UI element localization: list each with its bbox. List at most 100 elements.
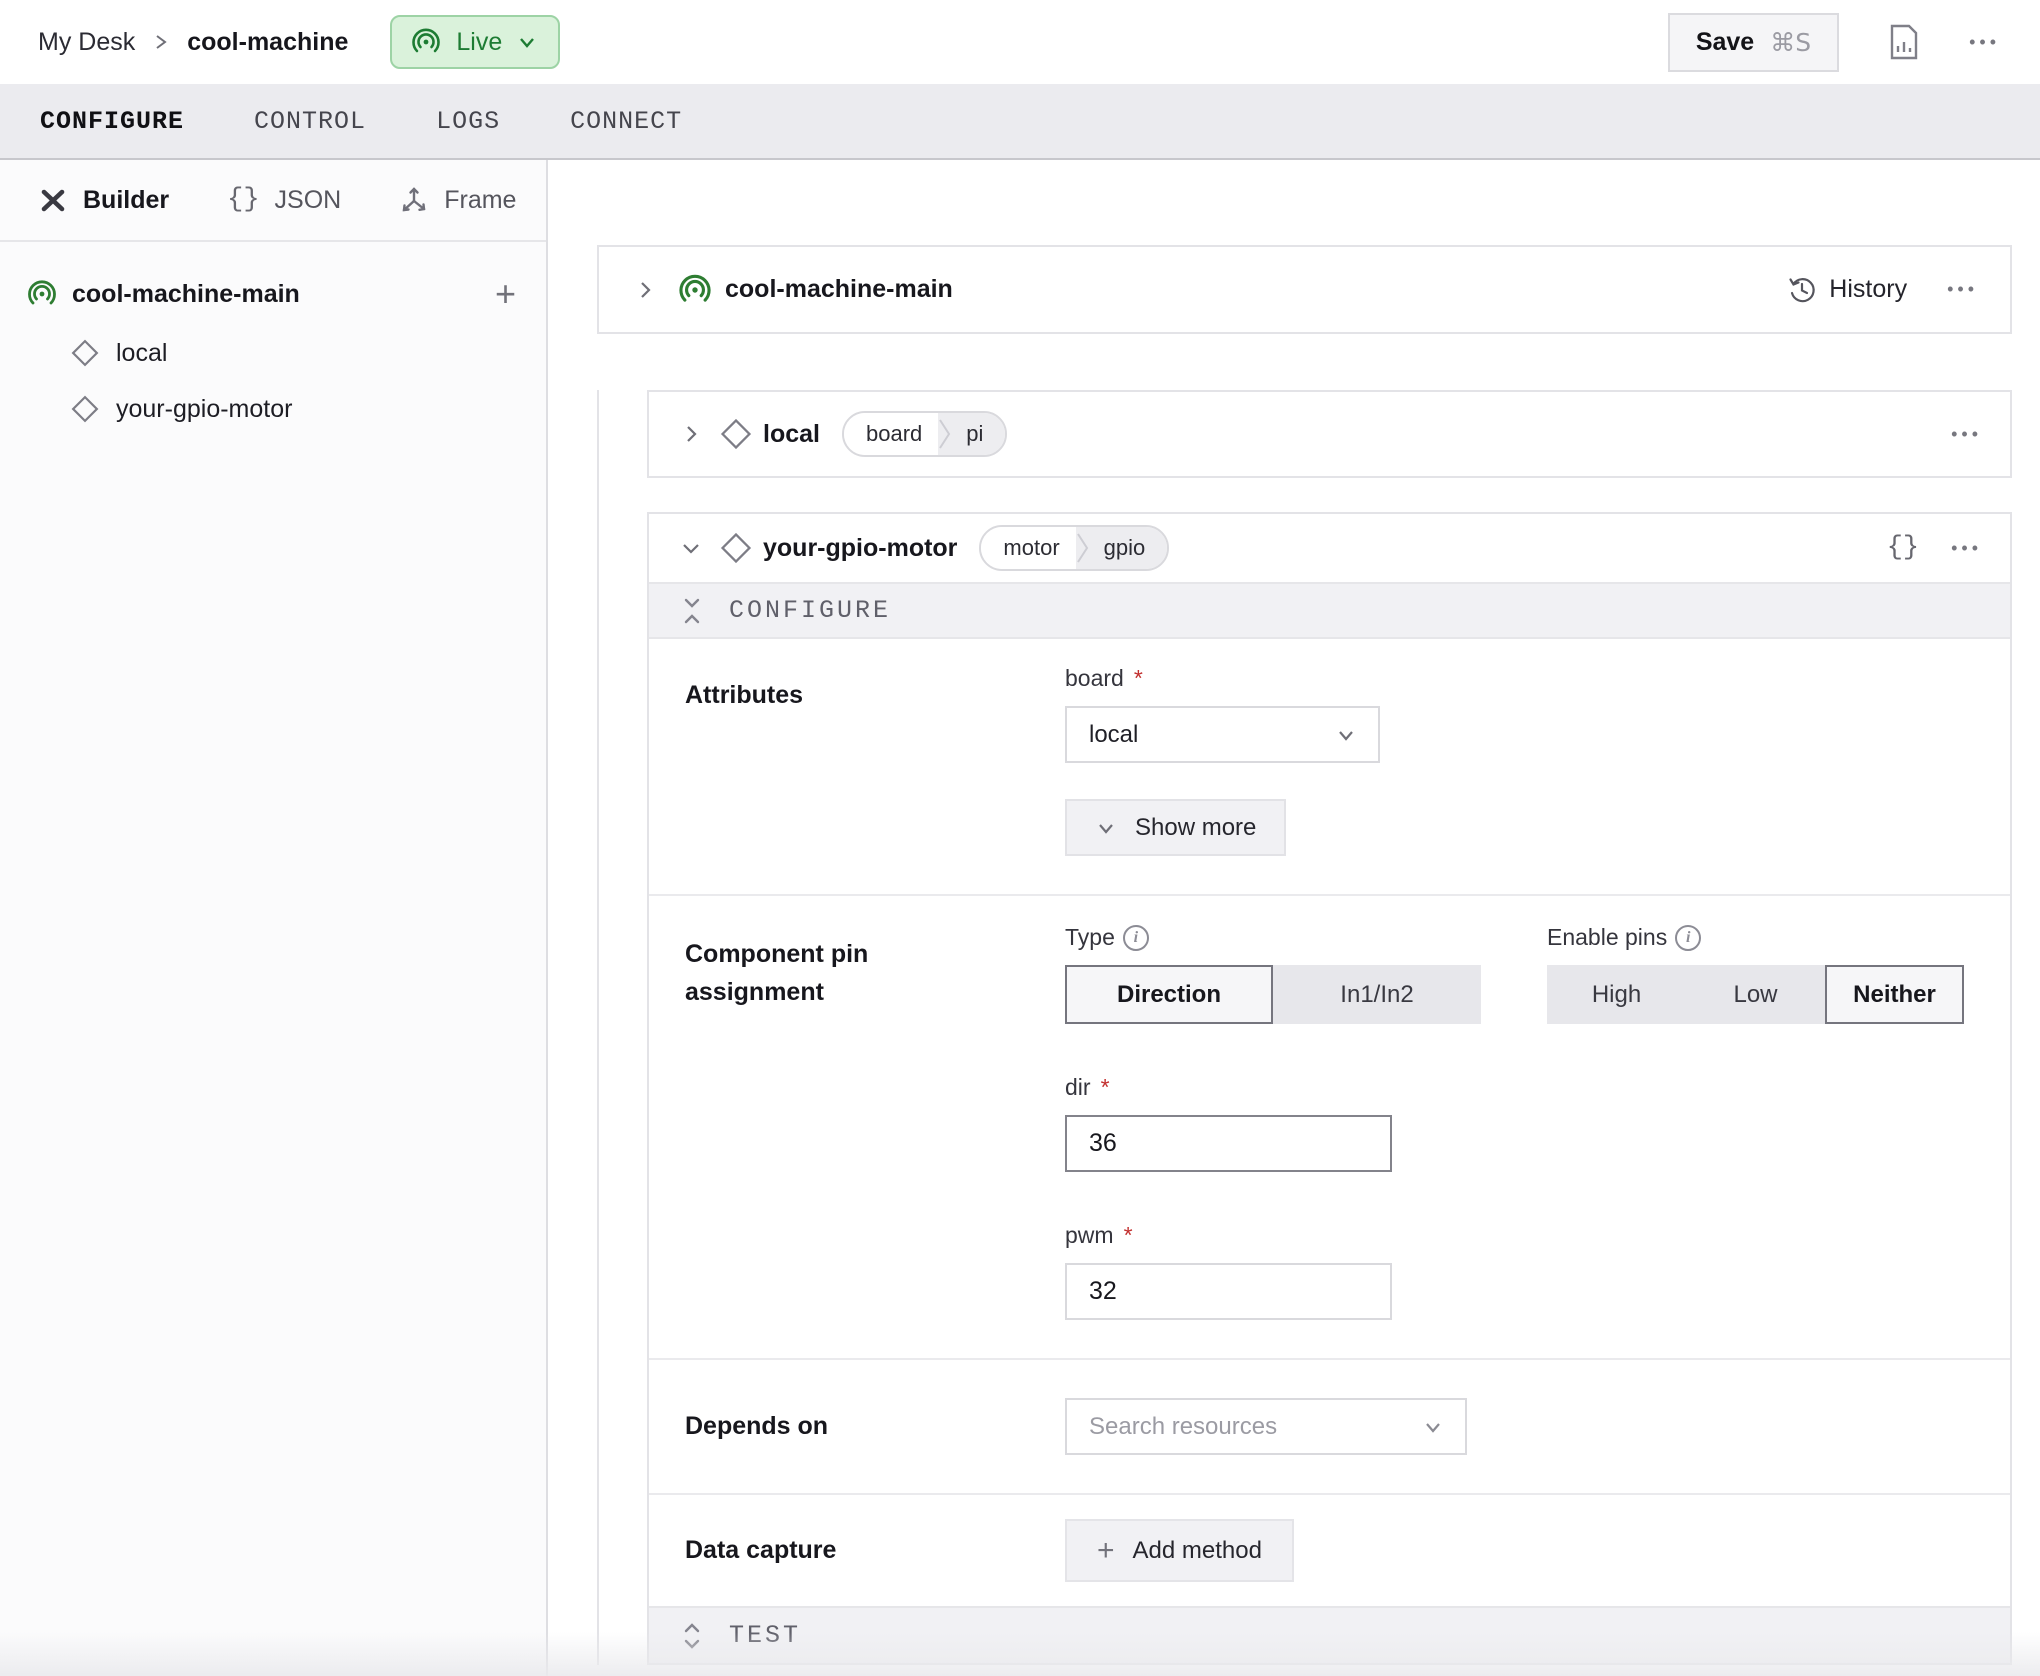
breadcrumb-current: cool-machine xyxy=(187,28,348,57)
live-status-dropdown[interactable]: Live xyxy=(390,15,560,69)
enable-option-neither[interactable]: Neither xyxy=(1825,965,1964,1024)
add-method-button[interactable]: + Add method xyxy=(1065,1519,1294,1582)
dir-pin-field: dir* xyxy=(1065,1074,1974,1172)
board-field-label: board* xyxy=(1065,665,1974,692)
type-option-direction[interactable]: Direction xyxy=(1065,965,1273,1024)
component-diamond-icon xyxy=(70,338,100,368)
tag-type: motor xyxy=(981,527,1075,569)
machine-main-card: cool-machine-main History ••• xyxy=(597,245,2012,334)
component-diamond-icon xyxy=(70,394,100,424)
pin-assignment-section-label: Component pin assignment xyxy=(685,936,1065,1011)
board-select-value: local xyxy=(1089,721,1138,749)
expand-chevron-icon[interactable] xyxy=(631,276,659,304)
chevron-down-icon xyxy=(1421,1415,1445,1439)
pin-assignment-section: Component pin assignment Type i Directio… xyxy=(649,894,2010,1358)
tree-child-label: your-gpio-motor xyxy=(116,395,292,424)
tree-item-machine-main[interactable]: cool-machine-main + xyxy=(26,276,516,312)
history-label: History xyxy=(1829,275,1907,304)
local-more-menu[interactable]: ••• xyxy=(1951,424,1982,445)
tag-divider-icon xyxy=(938,413,952,455)
dir-pin-input[interactable] xyxy=(1065,1115,1392,1172)
show-more-button[interactable]: Show more xyxy=(1065,799,1286,856)
collapse-vertical-icon xyxy=(681,597,703,625)
broadcast-icon xyxy=(677,272,713,308)
gpio-motor-card-header: your-gpio-motor motor gpio {} ••• xyxy=(649,514,2010,582)
add-resource-button[interactable]: + xyxy=(495,276,516,312)
type-option-in1in2[interactable]: In1/In2 xyxy=(1273,965,1481,1024)
main-nav-tabs: CONFIGURE CONTROL LOGS CONNECT xyxy=(0,84,2040,160)
test-section-bar[interactable]: TEST xyxy=(649,1606,2010,1663)
tree-item-your-gpio-motor[interactable]: your-gpio-motor xyxy=(26,394,516,424)
show-more-label: Show more xyxy=(1135,814,1256,842)
tab-connect[interactable]: CONNECT xyxy=(570,107,682,136)
tab-configure[interactable]: CONFIGURE xyxy=(40,107,184,136)
tree-item-local[interactable]: local xyxy=(26,338,516,368)
local-card-title: local xyxy=(763,420,820,449)
tools-icon xyxy=(38,185,68,215)
enable-option-high[interactable]: High xyxy=(1547,965,1686,1024)
motor-card-title: your-gpio-motor xyxy=(763,534,957,563)
data-capture-section: Data capture + Add method xyxy=(649,1493,2010,1606)
tag-model: gpio xyxy=(1090,527,1168,569)
machine-main-title: cool-machine-main xyxy=(725,275,953,304)
save-label: Save xyxy=(1696,28,1754,57)
tag-model: pi xyxy=(952,413,1005,455)
machine-more-menu[interactable]: ••• xyxy=(1947,279,1978,300)
configure-section-label: CONFIGURE xyxy=(729,596,891,625)
enable-option-low[interactable]: Low xyxy=(1686,965,1825,1024)
depends-on-placeholder: Search resources xyxy=(1089,1413,1277,1441)
tab-frame-label: Frame xyxy=(444,186,516,215)
board-select[interactable]: local xyxy=(1065,706,1380,763)
local-type-tag: board pi xyxy=(842,411,1007,457)
info-icon[interactable]: i xyxy=(1675,925,1701,951)
data-capture-section-label: Data capture xyxy=(685,1532,1065,1570)
tab-builder[interactable]: Builder xyxy=(38,185,169,215)
tree-child-label: local xyxy=(116,339,167,368)
dir-field-label: dir* xyxy=(1065,1074,1974,1101)
add-method-label: Add method xyxy=(1133,1537,1262,1565)
topbar-more-menu[interactable]: ••• xyxy=(1969,32,2000,53)
topbar-actions: Save ⌘S ••• xyxy=(1668,13,2000,72)
chevron-down-icon xyxy=(516,31,538,53)
type-field-label: Type i xyxy=(1065,924,1481,951)
info-icon[interactable]: i xyxy=(1123,925,1149,951)
save-shortcut: ⌘S xyxy=(1770,28,1811,57)
type-toggle-group: Type i Direction In1/In2 xyxy=(1065,924,1481,1024)
tab-control[interactable]: CONTROL xyxy=(254,107,366,136)
topbar: My Desk cool-machine Live Save ⌘S xyxy=(0,0,2040,84)
components-group: local board pi ••• xyxy=(597,390,2012,1665)
history-button[interactable]: History xyxy=(1787,275,1907,305)
tab-logs[interactable]: LOGS xyxy=(436,107,500,136)
expand-chevron-icon[interactable] xyxy=(677,420,705,448)
history-clock-icon xyxy=(1787,275,1817,305)
view-json-icon[interactable]: {} xyxy=(1887,533,1919,563)
braces-icon: {} xyxy=(227,185,259,215)
tab-frame[interactable]: Frame xyxy=(399,185,516,215)
plus-icon: + xyxy=(1097,1536,1115,1566)
broadcast-icon xyxy=(410,26,442,58)
type-segmented-control: Direction In1/In2 xyxy=(1065,965,1481,1024)
expand-vertical-icon xyxy=(681,1622,703,1650)
broadcast-icon xyxy=(26,278,58,310)
tab-json-label: JSON xyxy=(275,186,342,215)
tab-json[interactable]: {} JSON xyxy=(227,185,341,215)
configure-section-bar[interactable]: CONFIGURE xyxy=(649,582,2010,639)
collapse-chevron-icon[interactable] xyxy=(677,534,705,562)
depends-on-select[interactable]: Search resources xyxy=(1065,1398,1467,1455)
tag-type: board xyxy=(844,413,938,455)
component-diamond-icon xyxy=(719,531,753,565)
pwm-field-label: pwm* xyxy=(1065,1222,1974,1249)
resource-tree: cool-machine-main + local your-gpio-moto… xyxy=(0,242,546,424)
machine-report-icon[interactable] xyxy=(1887,23,1921,61)
config-main-panel: cool-machine-main History ••• xyxy=(548,160,2040,1676)
save-button[interactable]: Save ⌘S xyxy=(1668,13,1839,72)
chevron-down-icon xyxy=(1095,817,1117,839)
tab-builder-label: Builder xyxy=(83,186,169,215)
chevron-down-icon xyxy=(1334,723,1358,747)
pwm-pin-input[interactable] xyxy=(1065,1263,1392,1320)
required-marker: * xyxy=(1101,1074,1110,1101)
enable-pins-toggle-group: Enable pins i High Low Neither xyxy=(1547,924,1964,1024)
motor-more-menu[interactable]: ••• xyxy=(1951,538,1982,559)
breadcrumb-parent-link[interactable]: My Desk xyxy=(38,28,135,57)
tag-divider-icon xyxy=(1076,527,1090,569)
